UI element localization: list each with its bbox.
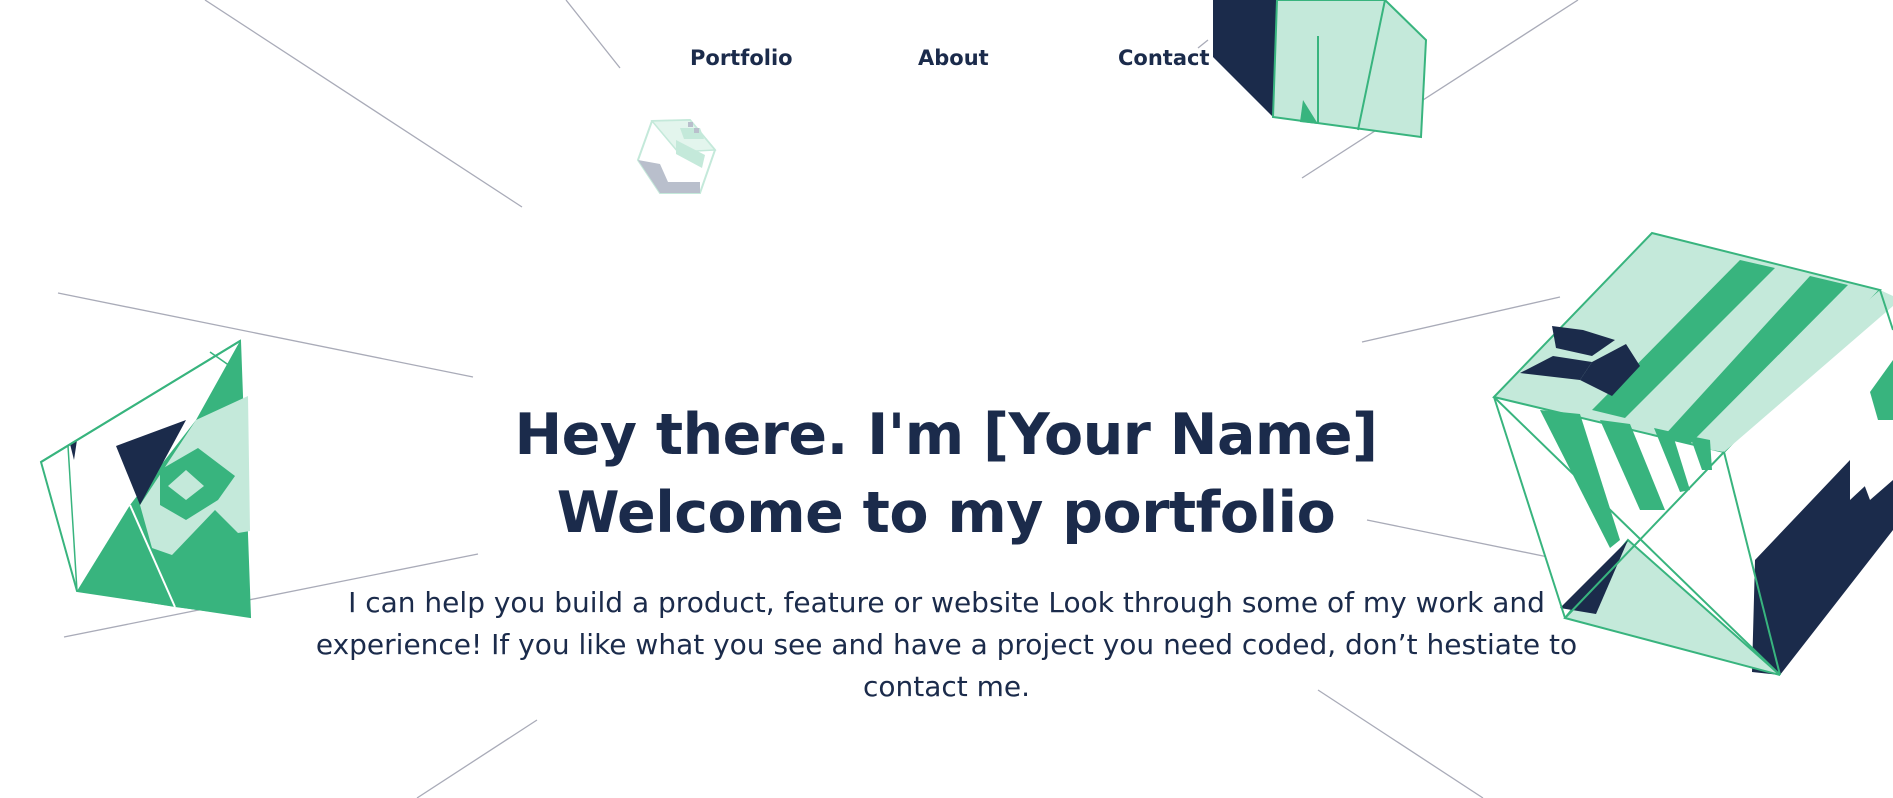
hero-heading-line-1: Hey there. I'm [Your Name]: [514, 402, 1378, 468]
pyramid-left: [39, 339, 252, 619]
small-cube: [636, 118, 717, 194]
page: Portfolio About Contact Hey there. I'm […: [0, 0, 1893, 798]
hero-description: I can help you build a product, feature …: [315, 586, 1578, 703]
nav-link-about[interactable]: About: [918, 46, 989, 70]
nav-link-portfolio[interactable]: Portfolio: [690, 46, 793, 70]
main-nav: Portfolio About Contact: [0, 46, 1893, 78]
hero-heading-line-2: Welcome to my portfolio: [556, 480, 1336, 546]
hero-heading: Hey there. I'm [Your Name] Welcome to my…: [396, 396, 1496, 552]
nav-link-contact[interactable]: Contact: [1118, 46, 1210, 70]
